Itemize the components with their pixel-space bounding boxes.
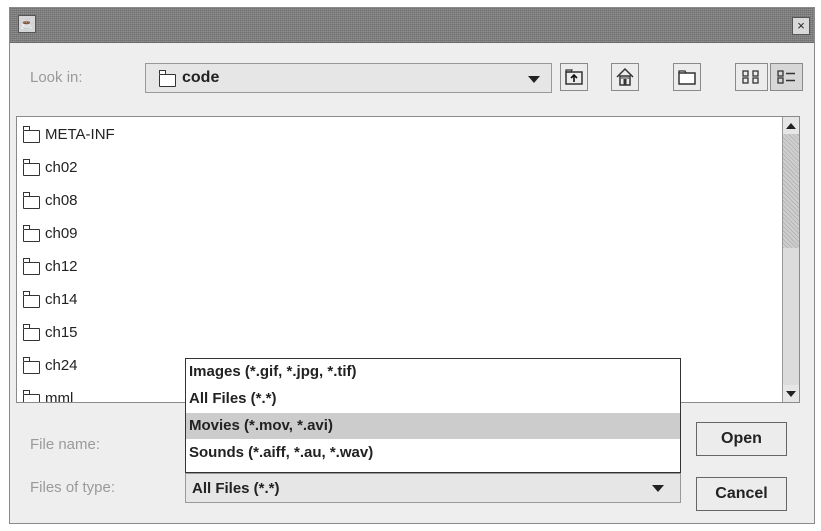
files-of-type-dropdown[interactable]: Images (*.gif, *.jpg, *.tif) All Files (… (185, 358, 681, 473)
list-view-icon (742, 70, 759, 84)
look-in-value: code (182, 69, 220, 86)
folder-icon (158, 70, 176, 87)
close-button[interactable]: × (792, 17, 810, 35)
dropdown-option[interactable]: Sounds (*.aiff, *.au, *.wav) (186, 440, 680, 466)
folder-icon (22, 291, 40, 308)
scrollbar-thumb[interactable] (783, 134, 799, 248)
folder-icon (22, 258, 40, 275)
scroll-up-button[interactable] (783, 117, 799, 134)
java-cup-icon: ☕ (18, 15, 36, 33)
look-in-label: Look in: (30, 69, 83, 86)
cancel-button[interactable]: Cancel (696, 477, 787, 511)
dropdown-option[interactable]: All Files (*.*) (186, 386, 680, 412)
file-name-label: File name: (30, 436, 101, 453)
new-folder-button[interactable] (673, 63, 701, 91)
folder-icon (22, 390, 40, 402)
details-view-icon (777, 70, 795, 84)
chevron-down-icon (652, 485, 664, 492)
files-of-type-label: Files of type: (30, 479, 116, 496)
chevron-down-icon (528, 76, 540, 83)
arrow-up-icon (786, 123, 796, 129)
scroll-down-button[interactable] (783, 385, 799, 402)
files-of-type-value: All Files (*.*) (192, 480, 280, 497)
file-chooser-dialog: ☕ × Look in: code META-INF ch02 ch08 ch0… (9, 7, 815, 524)
home-button[interactable] (611, 63, 639, 91)
up-one-level-icon (565, 69, 583, 85)
folder-icon (22, 357, 40, 374)
dropdown-option[interactable]: Images (*.gif, *.jpg, *.tif) (186, 359, 680, 385)
look-in-combo[interactable]: code (145, 63, 552, 93)
list-view-button[interactable] (735, 63, 768, 91)
folder-icon (22, 126, 40, 143)
details-view-button[interactable] (770, 63, 803, 91)
vertical-scrollbar[interactable] (782, 117, 799, 402)
up-one-level-button[interactable] (560, 63, 588, 91)
title-bar[interactable]: ☕ × (10, 8, 814, 43)
arrow-down-icon (786, 391, 796, 397)
open-button[interactable]: Open (696, 422, 787, 456)
folder-icon (22, 159, 40, 176)
folder-icon (22, 324, 40, 341)
folder-icon (22, 225, 40, 242)
home-icon (616, 67, 634, 86)
folder-icon (22, 192, 40, 209)
new-folder-icon (678, 70, 696, 85)
files-of-type-combo[interactable]: All Files (*.*) (185, 473, 681, 503)
dropdown-option-highlighted[interactable]: Movies (*.mov, *.avi) (186, 413, 680, 439)
